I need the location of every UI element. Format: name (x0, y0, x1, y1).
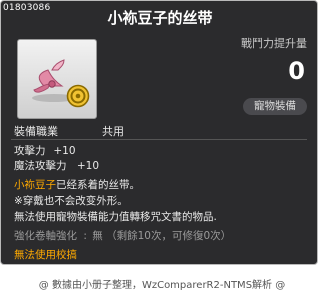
description-line: 小袮豆子已经系着的丝带。 (14, 177, 140, 192)
description-line: 無法使用寵物裝備能力值轉移咒文書的物品. (14, 211, 217, 223)
stat-name: 魔法攻擊力 (14, 160, 67, 172)
warning-text: 無法使用校搞 (14, 249, 77, 261)
enhance-remaining: （剩餘10次，可修復0次） (106, 230, 232, 242)
stat-row: 攻擊力 +10 (14, 143, 76, 158)
description-text: 已经系着的丝带。 (56, 179, 140, 191)
enhance-value: 無 (92, 230, 103, 242)
enhance-colon: : (83, 230, 87, 242)
stat-value: +10 (76, 160, 100, 172)
item-icon-frame (17, 39, 97, 119)
combat-power-value: 0 (288, 57, 305, 85)
stat-value: +10 (53, 145, 76, 157)
job-label: 裝備職業 (14, 125, 58, 138)
description-line: ※穿戴也不会改变外形。 (14, 195, 128, 207)
enhance-label: 強化卷軸強化 (14, 230, 77, 242)
stat-name: 攻擊力 (14, 145, 46, 157)
description-highlight: 小袮豆子 (14, 179, 56, 191)
pet-equipment-tag: 寵物裝備 (243, 98, 307, 115)
item-tooltip: 01803086 小袮豆子的丝带 戰鬥力提升量 0 寵物裝備 裝備職業 共用 攻… (0, 0, 318, 265)
divider (11, 139, 307, 140)
job-value: 共用 (102, 125, 124, 138)
stat-row: 魔法攻擊力 +10 (14, 158, 99, 173)
footer-credit: @ 數據由小册子整理，WzComparerR2-NTMS解析 @ (38, 280, 286, 291)
enhance-row: 強化卷軸強化 : 無 （剩餘10次，可修復0次） (14, 228, 231, 243)
ribbon-icon (32, 59, 90, 108)
item-title: 小袮豆子的丝带 (107, 9, 213, 27)
combat-power-label: 戰鬥力提升量 (241, 37, 307, 50)
